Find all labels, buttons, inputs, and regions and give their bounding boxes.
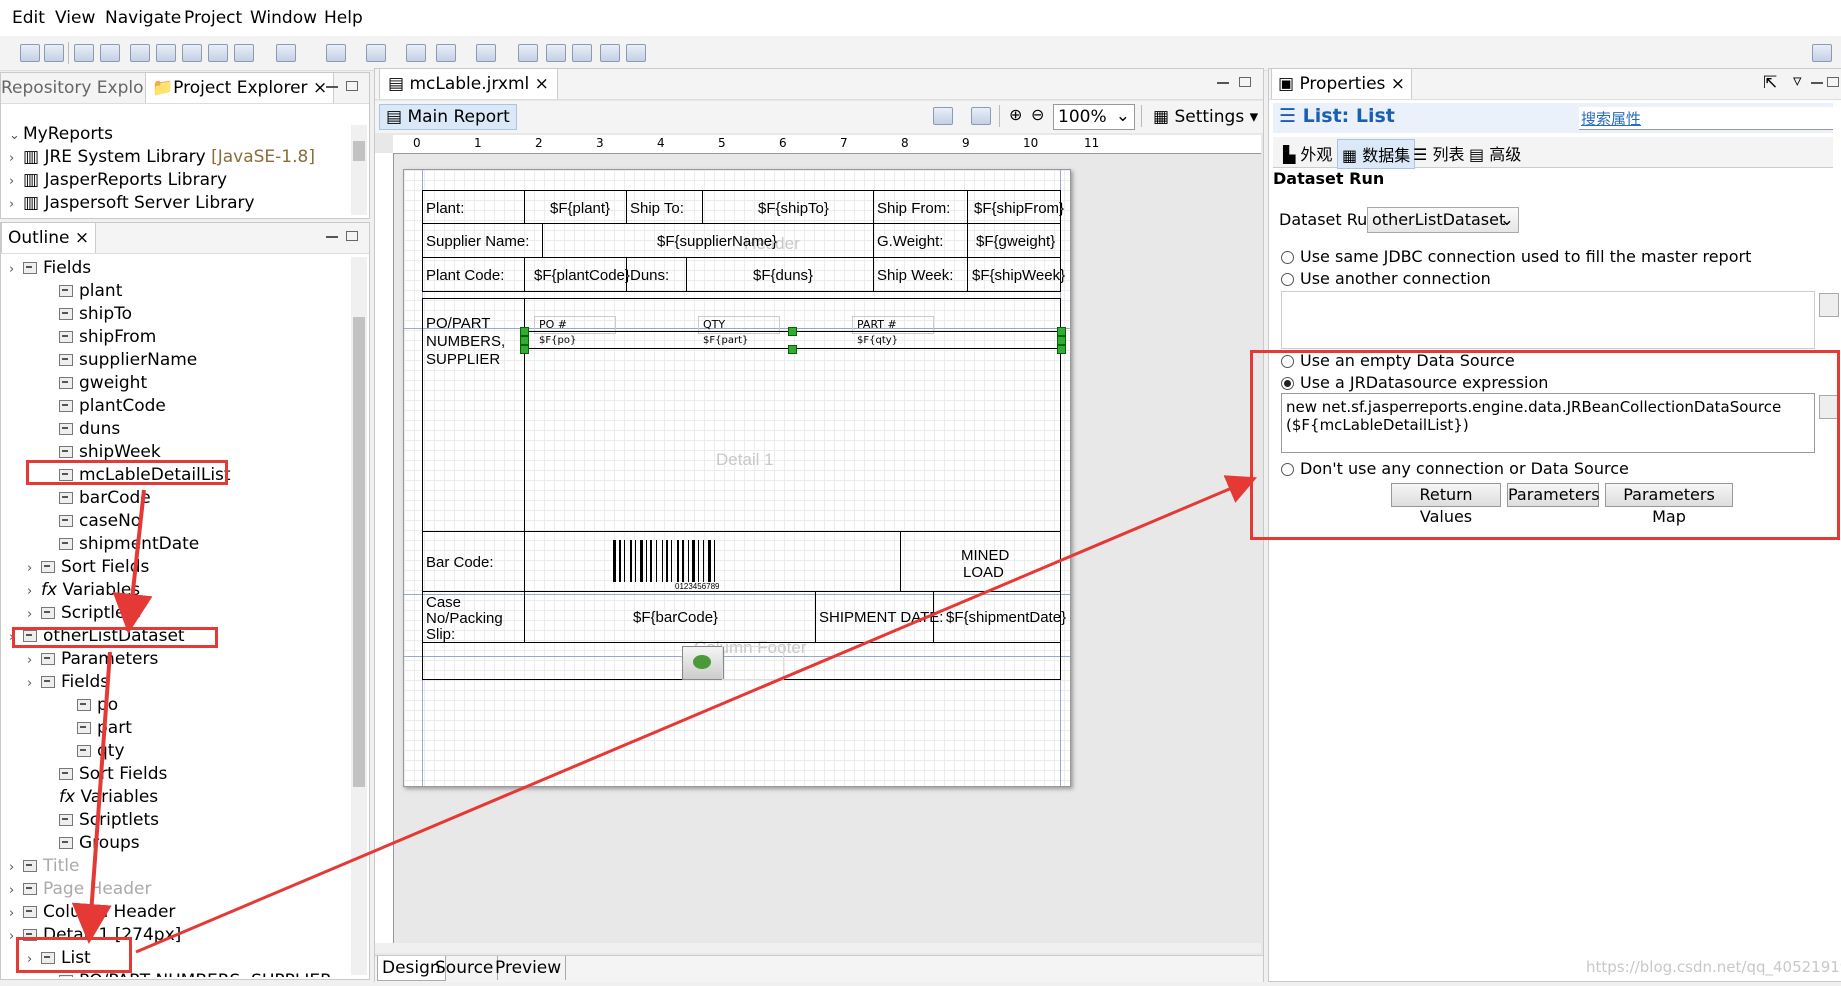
arrow-line <box>135 475 1258 954</box>
watermark-text: https://blog.csdn.net/qq_40521919 <box>1586 958 1841 976</box>
arrow-line <box>71 651 112 944</box>
arrow-line <box>112 489 153 634</box>
annotation-arrows <box>71 475 1258 954</box>
